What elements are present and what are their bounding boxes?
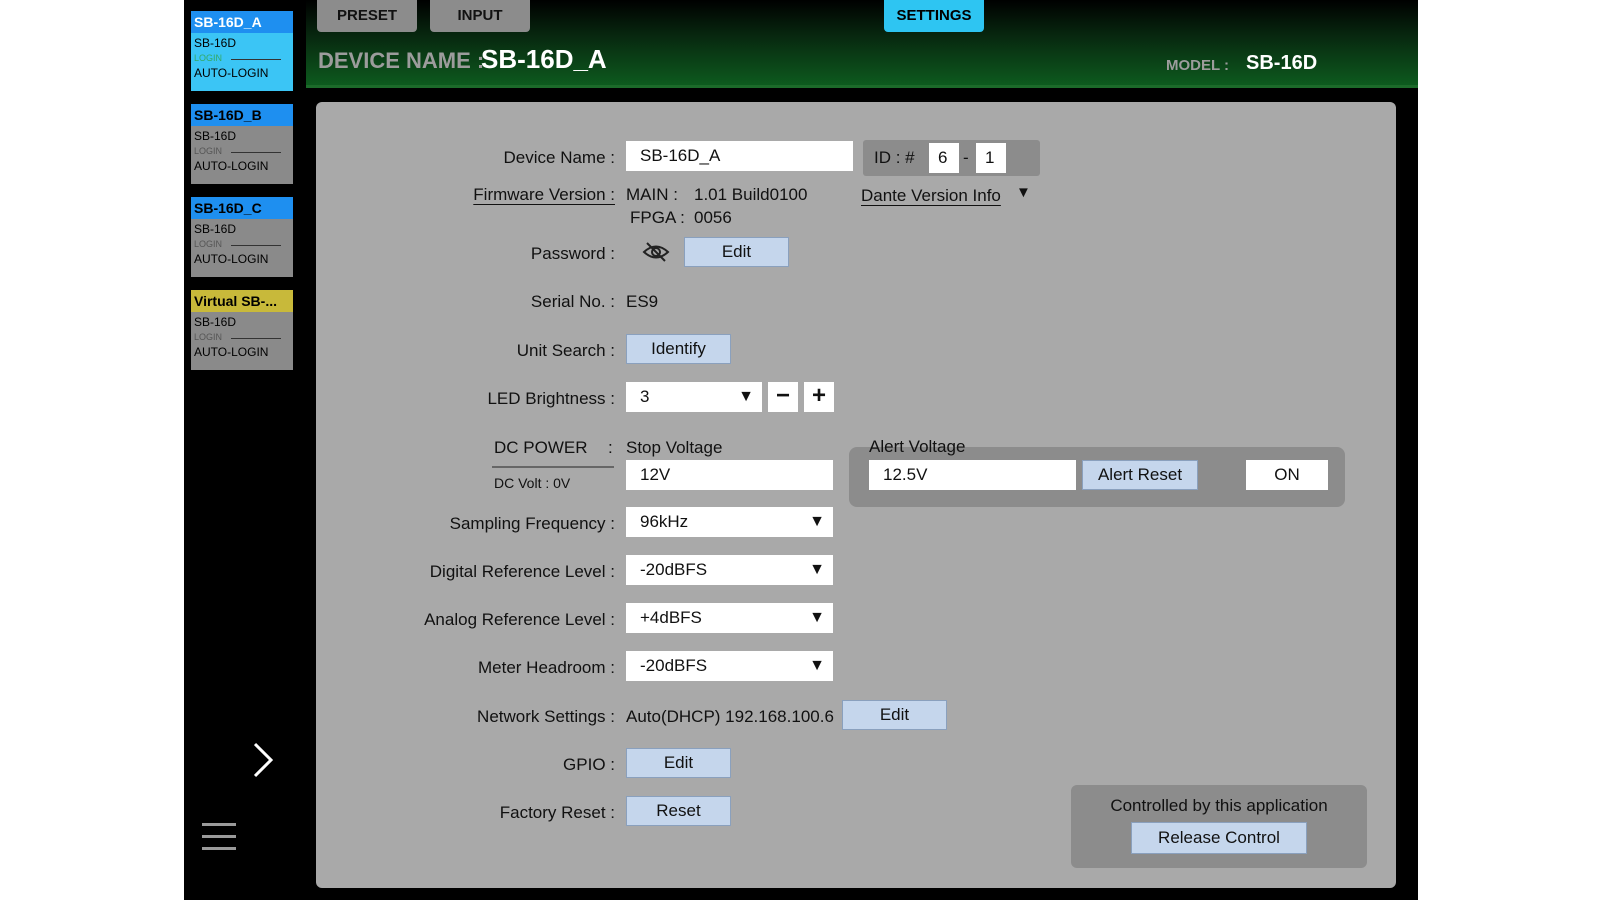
dante-version-info-link[interactable]: Dante Version Info [861,186,1001,206]
stop-voltage-input[interactable]: 12V [626,460,833,490]
device-card-autologin: AUTO-LOGIN [194,66,269,80]
device-card-name: SB-16D_B [191,104,293,126]
firmware-main-label: MAIN : [626,185,678,204]
device-card-login: LOGIN [191,144,293,158]
device-card-virtual[interactable]: Virtual SB-... SB-16D LOGIN AUTO-LOGIN [191,290,293,370]
header-bar: PRESET INPUT SETTINGS DEVICE NAME : SB-1… [306,0,1418,88]
chevron-down-icon: ▼ [809,513,825,530]
sampling-frequency-select[interactable]: 96kHz ▼ [626,507,833,537]
led-brightness-label: LED Brightness : [487,389,615,408]
sampling-frequency-value: 96kHz [640,512,689,531]
device-card-login: LOGIN [191,330,293,344]
device-card-login: LOGIN [191,237,293,251]
device-card-autologin: AUTO-LOGIN [194,252,269,266]
tab-settings[interactable]: SETTINGS [884,0,984,32]
alert-voltage-group: Alert Voltage 12.5V Alert Reset ON [849,437,1345,507]
settings-panel: Device Name : SB-16D_A ID : # 6 - 1 Firm… [316,102,1396,888]
meter-headroom-label: Meter Headroom : [478,658,615,677]
device-card-c[interactable]: SB-16D_C SB-16D LOGIN AUTO-LOGIN [191,197,293,277]
device-card-autologin: AUTO-LOGIN [194,345,269,359]
eye-hidden-icon[interactable] [642,240,670,264]
led-plus-button[interactable]: + [804,382,834,412]
meter-headroom-value: -20dBFS [640,656,708,675]
led-brightness-value: 3 [640,387,650,406]
serial-label: Serial No. : [530,292,615,311]
id-field-a[interactable]: 6 [929,143,959,173]
device-card-autologin: AUTO-LOGIN [194,159,269,173]
tab-preset[interactable]: PRESET [317,0,417,32]
chevron-down-icon: ▼ [809,657,825,674]
device-name-field-label: Device Name : [503,148,615,167]
device-card-model: SB-16D [194,315,237,329]
factory-reset-label: Factory Reset : [499,803,615,822]
model-label: MODEL : [1166,57,1230,74]
serial-value: ES9 [626,292,659,311]
password-label: Password : [530,244,615,263]
tab-input[interactable]: INPUT [430,0,530,32]
analog-reference-value: +4dBFS [640,608,702,627]
chevron-down-icon: ▼ [809,561,825,578]
firmware-fpga-value: 0056 [694,208,732,227]
id-group: ID : # 6 - 1 [863,140,1040,176]
device-card-b[interactable]: SB-16D_B SB-16D LOGIN AUTO-LOGIN [191,104,293,184]
factory-reset-button[interactable]: Reset [626,796,731,826]
firmware-fpga-label: FPGA : [630,208,685,227]
dc-power-label: DC POWER [494,438,588,457]
dc-power-colon: : [608,438,613,457]
id-separator: - [963,148,969,167]
device-card-name: Virtual SB-... [191,290,293,312]
dc-power-divider [492,466,614,468]
device-name-input[interactable]: SB-16D_A [626,141,853,171]
digital-reference-label: Digital Reference Level : [429,562,615,581]
dc-volt-readout: DC Volt : 0V [494,475,571,491]
sampling-frequency-label: Sampling Frequency : [449,514,615,533]
device-card-model: SB-16D [194,222,237,236]
device-card-model: SB-16D [194,36,237,50]
analog-reference-select[interactable]: +4dBFS ▼ [626,603,833,633]
password-edit-button[interactable]: Edit [684,237,789,267]
id-label: ID : # [874,148,915,167]
unit-search-label: Unit Search : [516,341,615,360]
identify-button[interactable]: Identify [626,334,731,364]
chevron-down-icon: ▼ [738,388,754,405]
alert-voltage-input[interactable]: 12.5V [869,460,1076,490]
firmware-version-link[interactable]: Firmware Version : [473,185,615,205]
digital-reference-select[interactable]: -20dBFS ▼ [626,555,833,585]
analog-reference-label: Analog Reference Level : [424,610,615,629]
led-minus-button[interactable]: − [768,382,798,412]
chevron-down-icon: ▼ [809,609,825,626]
network-edit-button[interactable]: Edit [842,700,947,730]
network-settings-value: Auto(DHCP) 192.168.100.6 [626,707,834,726]
firmware-main-value: 1.01 Build0100 [694,185,808,204]
device-name-title: SB-16D_A [481,44,607,74]
digital-reference-value: -20dBFS [640,560,708,579]
alert-on-toggle[interactable]: ON [1246,460,1328,490]
device-card-name: SB-16D_C [191,197,293,219]
gpio-edit-button[interactable]: Edit [626,748,731,778]
dante-dropdown-arrow-icon[interactable]: ▼ [1016,184,1031,201]
device-card-a[interactable]: SB-16D_A SB-16D LOGIN AUTO-LOGIN [191,11,293,91]
chevron-right-icon[interactable] [249,740,277,780]
model-value: SB-16D [1246,52,1318,74]
release-control-button[interactable]: Release Control [1131,822,1307,854]
device-name-label: DEVICE NAME : [318,48,485,73]
device-card-login: LOGIN [191,51,293,65]
device-card-model: SB-16D [194,129,237,143]
id-field-b[interactable]: 1 [976,143,1006,173]
meter-headroom-select[interactable]: -20dBFS ▼ [626,651,833,681]
alert-voltage-label: Alert Voltage [869,437,966,456]
control-status-text: Controlled by this application [1110,796,1328,815]
stop-voltage-label: Stop Voltage [626,438,723,457]
led-brightness-select[interactable]: 3 ▼ [626,382,762,412]
alert-reset-button[interactable]: Alert Reset [1082,460,1198,490]
menu-icon[interactable] [202,823,236,850]
device-card-name: SB-16D_A [191,11,293,33]
device-sidebar: SB-16D_A SB-16D LOGIN AUTO-LOGIN SB-16D_… [184,0,306,900]
network-settings-label: Network Settings : [477,707,615,726]
control-status-box: Controlled by this application Release C… [1071,785,1367,868]
gpio-label: GPIO : [563,755,615,774]
app-window: SB-16D_A SB-16D LOGIN AUTO-LOGIN SB-16D_… [184,0,1418,900]
